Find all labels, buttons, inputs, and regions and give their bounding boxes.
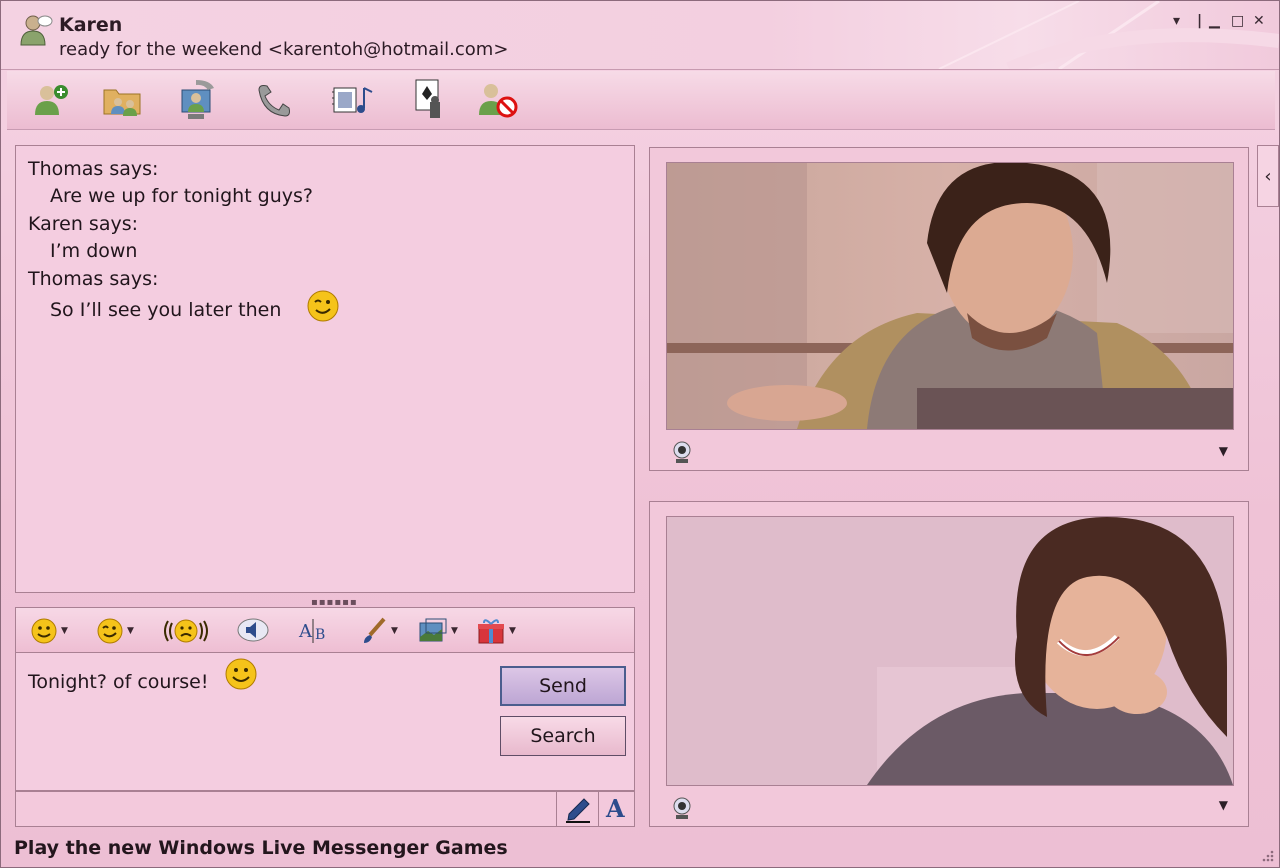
minimize-button[interactable]: ▁: [1209, 13, 1220, 29]
contact-name: Karen: [59, 14, 123, 36]
games-icon[interactable]: [407, 77, 453, 123]
self-video-feed[interactable]: [666, 516, 1234, 786]
pen-icon[interactable]: [564, 796, 592, 824]
close-button[interactable]: ✕: [1253, 13, 1265, 29]
emoticon-icon[interactable]: ▼: [30, 616, 68, 646]
input-text[interactable]: Tonight? of course!: [28, 671, 208, 693]
main-toolbar: [7, 71, 1275, 130]
wink-icon: [307, 290, 339, 322]
send-picture-icon[interactable]: ▼: [418, 616, 458, 646]
contact-avatar-icon[interactable]: [19, 13, 53, 47]
contact-status: ready for the weekend <karentoh@hotmail.…: [59, 39, 509, 60]
games-advert-link[interactable]: Play the new Windows Live Messenger Game…: [14, 837, 508, 859]
message-input[interactable]: Tonight? of course! Send Search: [15, 653, 635, 791]
send-button[interactable]: Send: [500, 666, 626, 706]
video-options-dropdown[interactable]: ▼: [1219, 798, 1228, 812]
maximize-button[interactable]: □: [1231, 13, 1244, 29]
add-contact-icon[interactable]: [29, 77, 75, 123]
svg-text:A: A: [298, 621, 313, 642]
text-mode-icon[interactable]: A: [606, 794, 625, 823]
message-sender: Thomas says:: [28, 268, 159, 290]
search-button[interactable]: Search: [500, 716, 626, 756]
contact-video-pane: ▼: [649, 147, 1249, 471]
divider: [598, 792, 599, 826]
conversation-history[interactable]: Thomas says: Are we up for tonight guys?…: [15, 145, 635, 593]
font-icon[interactable]: AB: [298, 616, 332, 646]
message-text: Are we up for tonight guys?: [50, 185, 314, 207]
title-decoration: [938, 1, 1279, 69]
contact-video-feed[interactable]: [666, 162, 1234, 430]
webcam-icon[interactable]: [670, 440, 694, 464]
video-options-dropdown[interactable]: ▼: [1219, 444, 1228, 458]
messenger-window: Karen ready for the weekend <karentoh@ho…: [0, 0, 1280, 868]
self-video-pane: ▼: [649, 501, 1249, 827]
message-text: So I’ll see you later then: [50, 299, 282, 321]
share-folder-icon[interactable]: [99, 77, 145, 123]
webcam-icon[interactable]: [670, 796, 694, 820]
message-sender: Karen says:: [28, 213, 139, 235]
gift-icon[interactable]: ▼: [476, 616, 516, 646]
video-call-icon[interactable]: [175, 77, 221, 123]
wink-emoticon-icon[interactable]: ▼: [96, 616, 134, 646]
collapse-panel-button[interactable]: ‹: [1257, 145, 1279, 207]
resize-grip-icon[interactable]: [1259, 847, 1275, 863]
background-icon[interactable]: ▼: [360, 616, 398, 646]
voice-clip-icon[interactable]: [236, 616, 270, 646]
message-text: I’m down: [50, 240, 138, 262]
window-menu-button[interactable]: ▾: [1173, 13, 1180, 29]
format-toolbar: ▼ ▼ AB ▼ ▼ ▼: [15, 607, 635, 653]
smile-icon: [225, 658, 257, 690]
block-icon[interactable]: [475, 77, 521, 123]
svg-text:B: B: [315, 627, 325, 643]
divider: [556, 792, 557, 826]
title-bar: Karen ready for the weekend <karentoh@ho…: [1, 1, 1279, 70]
message-sender: Thomas says:: [28, 158, 159, 180]
activities-icon[interactable]: [329, 77, 375, 123]
divider: |: [1197, 13, 1203, 29]
voice-call-icon[interactable]: [251, 77, 297, 123]
nudge-icon[interactable]: [162, 616, 210, 646]
input-mode-bar: A: [15, 791, 635, 827]
